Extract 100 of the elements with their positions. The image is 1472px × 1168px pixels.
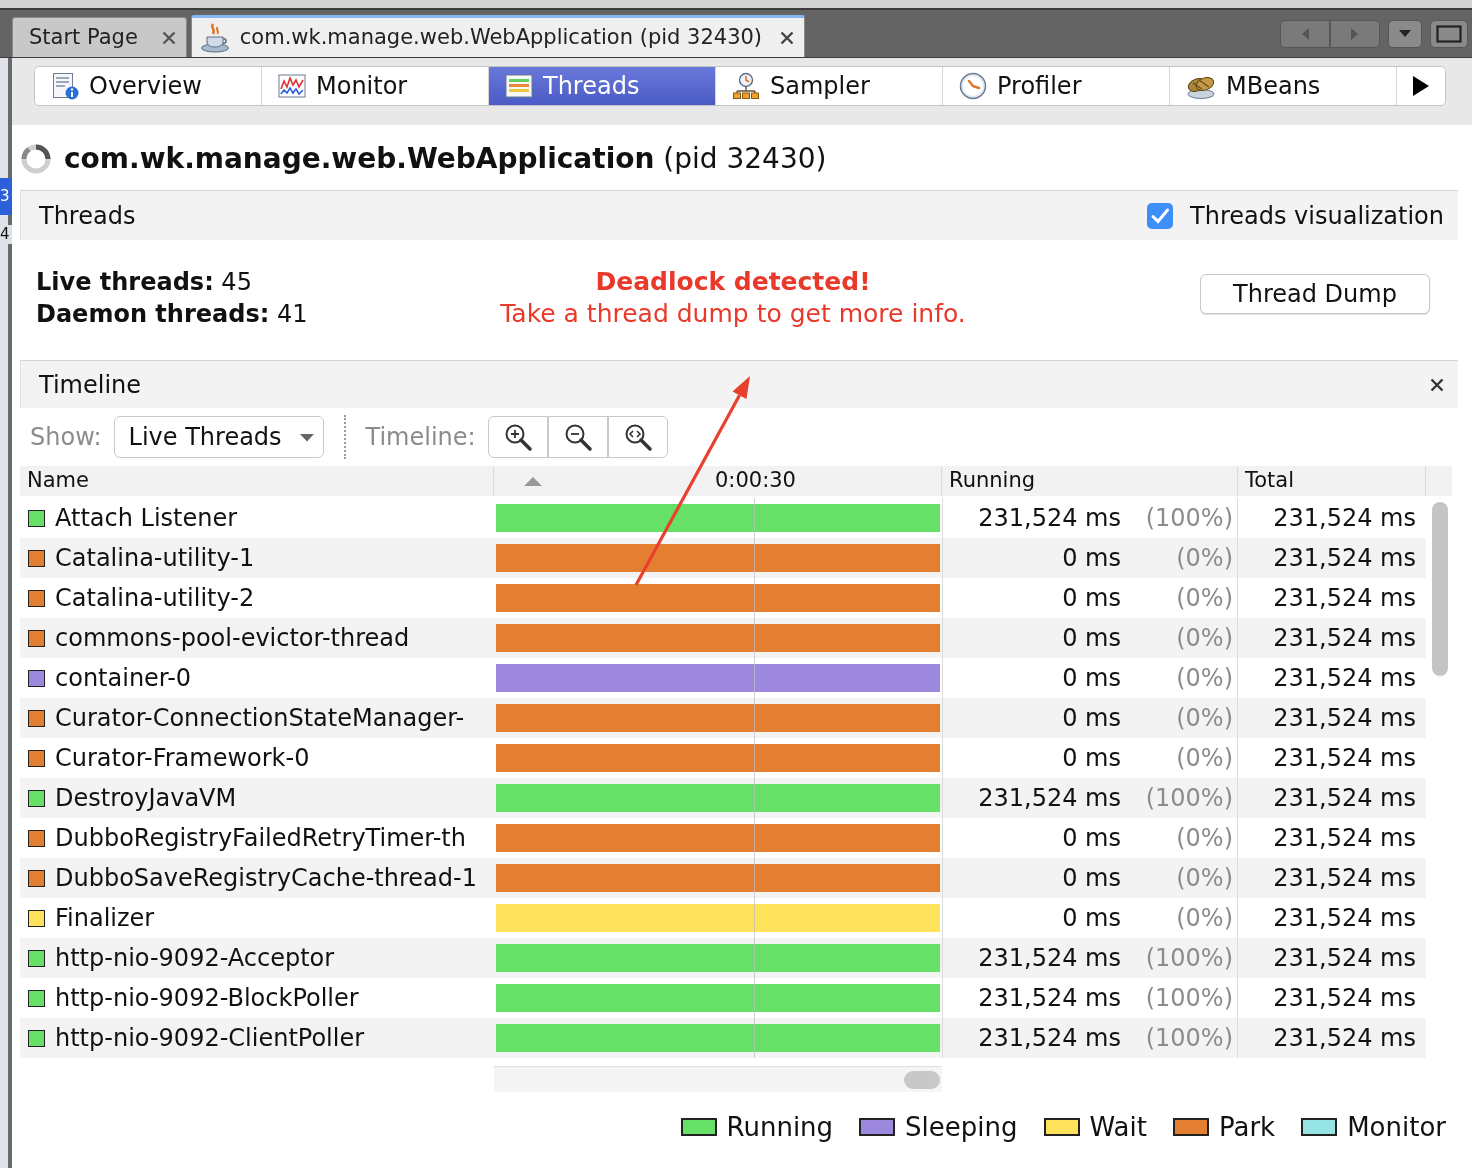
application-title: com.wk.manage.web.WebApplication (pid 32430) <box>64 140 827 177</box>
table-row[interactable]: http-nio-9092-Acceptor 231,524 ms (100%) 231,524 ms <box>20 938 1426 978</box>
zoom-out-button[interactable] <box>547 416 608 458</box>
thread-count-text: Live threads: 45 <box>36 267 253 298</box>
show-label: Show: <box>30 422 102 453</box>
total-time: 231,524 ms <box>1273 983 1416 1014</box>
running-percent: (0%) <box>1175 583 1233 614</box>
total-time: 231,524 ms <box>1273 903 1416 934</box>
total-time: 231,524 ms <box>1273 1023 1416 1054</box>
total-time: 231,524 ms <box>1273 663 1416 694</box>
running-percent: (0%) <box>1175 703 1233 734</box>
close-icon[interactable] <box>780 30 795 45</box>
info-document-icon <box>51 72 79 100</box>
thread-name: DubboRegistryFailedRetryTimer-th <box>55 823 466 854</box>
alert-message: Take a thread dump to get more info. <box>500 298 966 330</box>
thread-name: Curator-ConnectionStateManager- <box>55 703 465 734</box>
total-time: 231,524 ms <box>1273 783 1416 814</box>
thread-name: Catalina-utility-2 <box>55 583 255 614</box>
window-icon <box>1436 24 1462 43</box>
running-time: 0 ms <box>1061 863 1121 894</box>
table-row[interactable]: http-nio-9092-ClientPoller 231,524 ms (100%) 231,524 ms <box>20 1018 1426 1058</box>
coffee-cup-icon <box>199 22 230 53</box>
thread-name: Curator-Framework-0 <box>55 743 310 774</box>
maximize-button[interactable] <box>1430 19 1468 48</box>
alert-title: Deadlock detected! <box>594 266 872 298</box>
running-percent: (100%) <box>1144 1023 1233 1054</box>
total-time: 231,524 ms <box>1273 863 1416 894</box>
right-arrow-icon <box>1350 26 1360 41</box>
caret-icon <box>1398 29 1412 38</box>
total-time: 231,524 ms <box>1273 583 1416 614</box>
loading-spinner-icon <box>20 142 52 175</box>
thread-name: Finalizer <box>55 903 155 934</box>
thread-name: DubboSaveRegistryCache-thread-1 <box>55 863 477 894</box>
running-percent: (0%) <box>1175 663 1233 694</box>
total-time: 231,524 ms <box>1273 943 1416 974</box>
tab-list-button[interactable] <box>1388 19 1422 48</box>
timeline-label: Timeline: <box>365 422 476 453</box>
table-row[interactable]: commons-pool-evictor-thread 0 ms (0%) 231,524 ms <box>20 618 1426 658</box>
running-percent: (100%) <box>1144 943 1233 974</box>
document-tab[interactable]: com.wk.manage.web.WebApplication (pid 32430) <box>190 15 806 57</box>
running-time: 231,524 ms <box>977 503 1121 534</box>
clock-icon <box>959 72 987 100</box>
column-header[interactable]: Name <box>20 466 494 496</box>
close-icon[interactable] <box>1430 377 1444 392</box>
table-row[interactable]: DubboSaveRegistryCache-thread-1 0 ms (0%) 231,524 ms <box>20 858 1426 898</box>
list-item-fragment: 4 <box>0 225 12 244</box>
scrollbar-thumb[interactable] <box>904 1070 940 1089</box>
thread-count-text: Daemon threads: 41 <box>36 299 309 330</box>
column-header[interactable]: Running <box>942 466 1238 496</box>
horizontal-scrollbar[interactable] <box>494 1066 942 1092</box>
zoom-fit-button[interactable] <box>607 416 668 458</box>
section-title: Timeline <box>39 369 142 401</box>
scrollbar-thumb[interactable] <box>1432 502 1448 676</box>
show-dropdown[interactable]: Live Threads <box>113 416 324 458</box>
right-triangle-icon <box>1412 75 1430 97</box>
view-tab[interactable]: Overview <box>35 67 262 105</box>
thread-name: http-nio-9092-ClientPoller <box>55 1023 365 1054</box>
line-chart-icon <box>278 72 306 100</box>
running-percent: (100%) <box>1144 983 1233 1014</box>
checkbox-label[interactable]: Threads visualization <box>1190 197 1444 234</box>
caret-icon <box>298 432 315 442</box>
running-time: 0 ms <box>1061 583 1121 614</box>
running-time: 231,524 ms <box>977 983 1121 1014</box>
running-time: 0 ms <box>1061 543 1121 574</box>
table-row[interactable]: Curator-ConnectionStateManager- 0 ms (0%) 231,524 ms <box>20 698 1426 738</box>
legend-label: Running <box>726 1110 834 1144</box>
zoom-in-button[interactable] <box>487 416 548 458</box>
left-arrow-icon <box>1300 26 1310 41</box>
legend-label: Park <box>1218 1110 1276 1144</box>
column-header[interactable]: Total <box>1238 466 1426 496</box>
list-item-fragment: 3 <box>0 178 12 215</box>
running-percent: (100%) <box>1144 503 1233 534</box>
checkbox[interactable] <box>1146 201 1175 230</box>
running-percent: (0%) <box>1175 543 1233 574</box>
thread-name: container-0 <box>55 663 192 694</box>
running-time: 0 ms <box>1061 623 1121 654</box>
running-time: 231,524 ms <box>977 943 1121 974</box>
running-percent: (0%) <box>1175 623 1233 654</box>
time-tick-label: 0:00:30 <box>715 467 796 495</box>
running-percent: (0%) <box>1175 903 1233 934</box>
thread-name: http-nio-9092-Acceptor <box>55 943 335 974</box>
running-time: 0 ms <box>1061 823 1121 854</box>
document-tab[interactable]: Start Page <box>12 17 187 57</box>
view-tab[interactable]: Threads <box>489 67 716 105</box>
bar-list-icon <box>505 72 533 100</box>
total-time: 231,524 ms <box>1273 543 1416 574</box>
total-time: 231,524 ms <box>1273 623 1416 654</box>
thread-dump-button[interactable]: Thread Dump <box>1200 274 1430 314</box>
running-time: 231,524 ms <box>977 1023 1121 1054</box>
thread-name: Attach Listener <box>55 503 238 534</box>
thread-name: Catalina-utility-1 <box>55 543 255 574</box>
running-time: 0 ms <box>1061 663 1121 694</box>
running-percent: (100%) <box>1144 783 1233 814</box>
legend-label: Wait <box>1089 1110 1147 1144</box>
running-percent: (0%) <box>1175 863 1233 894</box>
thread-name: commons-pool-evictor-thread <box>55 623 410 654</box>
table-row[interactable]: Catalina-utility-1 0 ms (0%) 231,524 ms <box>20 538 1426 578</box>
sort-icon[interactable] <box>523 475 543 487</box>
table-row[interactable]: DestroyJavaVM 231,524 ms (100%) 231,524 ms <box>20 778 1426 818</box>
running-percent: (0%) <box>1175 823 1233 854</box>
